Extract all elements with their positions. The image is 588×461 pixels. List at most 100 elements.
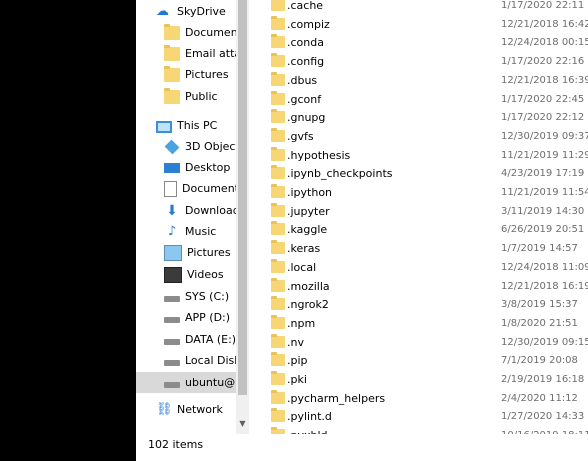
file-row[interactable]: .local 12/24/2018 11:09	[249, 258, 588, 277]
nav-item-1[interactable]: Document	[136, 22, 236, 43]
file-row[interactable]: .gconf 1/17/2020 22:45	[249, 90, 588, 109]
nav-item-11[interactable]: Pictures	[136, 242, 236, 263]
folder-icon	[271, 371, 285, 385]
folder-icon	[271, 202, 285, 217]
nav-item-label: Document	[182, 182, 236, 195]
file-row[interactable]: .npm 1/8/2020 21:51	[249, 314, 588, 333]
nav-item-8[interactable]: Document	[136, 178, 236, 199]
nav-item-5[interactable]: This PC	[136, 115, 236, 136]
file-row[interactable]: .ngrok2 3/8/2019 15:37	[249, 295, 588, 314]
file-date-modified: 1/17/2020 22:45	[501, 93, 585, 105]
nav-item-7[interactable]: Desktop	[136, 157, 236, 178]
file-date-modified: 1/17/2020 22:11	[501, 0, 585, 11]
nav-item-6[interactable]: 3D Objects	[136, 136, 236, 157]
folder-icon	[271, 184, 285, 198]
file-date-modified: 12/30/2019 09:15	[501, 336, 588, 348]
file-date-modified: 2/19/2019 16:18	[501, 374, 585, 385]
drive-icon	[164, 360, 180, 366]
file-row[interactable]: .pylint.d 1/27/2020 14:33	[249, 407, 588, 426]
file-date-modified: 12/24/2018 00:15	[501, 37, 588, 49]
file-date-modified: 1/27/2020 14:33	[501, 411, 585, 423]
scrollbar-thumb[interactable]	[238, 0, 247, 395]
nav-item-12[interactable]: Videos	[136, 264, 236, 285]
file-date-modified: 12/21/2018 16:39	[501, 74, 588, 86]
file-row[interactable]: .compiz 12/21/2018 16:42	[249, 15, 588, 34]
file-name: .ipynb_checkpoints	[287, 167, 393, 181]
file-name: .kaggle	[287, 223, 328, 237]
nav-item-0[interactable]: ☁ SkyDrive	[136, 1, 236, 22]
nav-item-label: Document	[185, 26, 236, 39]
folder-icon	[271, 53, 285, 68]
nav-item-label: Local Disk	[185, 354, 236, 367]
file-date-modified: 3/8/2019 15:37	[501, 299, 578, 311]
file-row[interactable]: .keras 1/7/2019 14:57	[249, 239, 588, 258]
nav-item-label: Downloads	[185, 204, 236, 217]
folder-icon	[164, 87, 180, 104]
file-name: .pyxbld	[287, 429, 328, 434]
file-row[interactable]: .pyxbld 10/16/2019 18:11	[249, 426, 588, 434]
nav-item-14[interactable]: APP (D:)	[136, 307, 236, 328]
file-row[interactable]: .dbus 12/21/2018 16:39	[249, 71, 588, 90]
nav-item-label: Desktop	[185, 161, 231, 174]
nav-item-label: This PC	[177, 119, 218, 132]
folder-icon	[271, 408, 285, 423]
file-name: .pki	[287, 373, 307, 386]
file-date-modified: 12/30/2019 09:37	[501, 130, 588, 142]
nav-item-9[interactable]: ⬇ Downloads	[136, 200, 236, 221]
file-date-modified: 1/8/2020 21:51	[501, 317, 578, 329]
folder-icon	[271, 333, 285, 348]
nav-item-label: Public	[185, 90, 218, 103]
file-date-modified: 11/21/2019 11:29	[501, 149, 588, 161]
file-name: .pycharm_helpers	[287, 391, 386, 405]
file-name: .local	[287, 260, 317, 274]
nav-item-4[interactable]: Public	[136, 86, 236, 107]
file-row[interactable]: .conda 12/24/2018 00:15	[249, 33, 588, 52]
file-date-modified: 6/26/2019 20:51	[501, 224, 585, 236]
documents-icon	[164, 180, 177, 197]
file-row[interactable]: .jupyter 3/11/2019 14:30	[249, 202, 588, 221]
nav-item-10[interactable]: ♪ Music	[136, 221, 236, 242]
file-row[interactable]: .pip 7/1/2019 20:08	[249, 351, 588, 370]
file-row[interactable]: .pycharm_helpers 2/4/2020 11:12	[249, 389, 588, 408]
file-explorer-window: ☁ SkyDrive Document Email attac Pictures Publ…	[136, 0, 588, 461]
nav-item-17[interactable]: ubuntu@1	[136, 372, 236, 393]
folder-icon	[271, 34, 285, 49]
scroll-down-arrow-icon[interactable]: ▼	[237, 418, 248, 430]
file-row[interactable]: .gnupg 1/17/2020 22:12	[249, 108, 588, 127]
folder-icon	[271, 221, 285, 236]
file-row[interactable]: .ipython 11/21/2019 11:54	[249, 183, 588, 202]
nav-item-16[interactable]: Local Disk	[136, 350, 236, 371]
file-row[interactable]: .config 1/17/2020 22:16	[249, 52, 588, 71]
file-row[interactable]: .cache 1/17/2020 22:11	[249, 0, 588, 15]
desktop-icon	[164, 162, 180, 173]
file-date-modified: 7/1/2019 20:08	[501, 355, 578, 367]
file-row[interactable]: .ipynb_checkpoints 4/23/2019 17:19	[249, 164, 588, 183]
file-row[interactable]: .hypothesis 11/21/2019 11:29	[249, 146, 588, 165]
file-name: .gconf	[287, 92, 322, 106]
file-name: .npm	[287, 316, 316, 330]
nav-item-3[interactable]: Pictures	[136, 64, 236, 85]
nav-item-15[interactable]: DATA (E:)	[136, 329, 236, 350]
folder-icon	[271, 146, 285, 161]
file-row[interactable]: .nv 12/30/2019 09:15	[249, 333, 588, 352]
file-name: .dbus	[287, 73, 318, 87]
file-row[interactable]: .gvfs 12/30/2019 09:37	[249, 127, 588, 146]
navigation-scrollbar[interactable]: ▼	[236, 0, 249, 434]
cube-icon	[164, 139, 180, 154]
file-date-modified: 12/21/2018 16:42	[501, 18, 588, 30]
file-row[interactable]: .pki 2/19/2019 16:18	[249, 370, 588, 389]
nav-item-2[interactable]: Email attac	[136, 43, 236, 64]
file-date-modified: 12/24/2018 11:09	[501, 261, 588, 273]
folder-icon	[271, 427, 285, 434]
nav-item-18[interactable]: ⛓ Network	[136, 399, 236, 420]
folder-icon	[271, 352, 285, 367]
nav-item-label: ubuntu@1	[185, 376, 236, 389]
file-name: .nv	[287, 335, 304, 349]
nav-item-13[interactable]: SYS (C:)	[136, 286, 236, 307]
file-row[interactable]: .kaggle 6/26/2019 20:51	[249, 220, 588, 239]
folder-icon	[164, 23, 180, 40]
folder-icon	[271, 15, 285, 30]
file-row[interactable]: .mozilla 12/21/2018 16:19	[249, 277, 588, 296]
file-date-modified: 1/7/2019 14:57	[501, 243, 578, 255]
folder-icon	[271, 90, 285, 105]
